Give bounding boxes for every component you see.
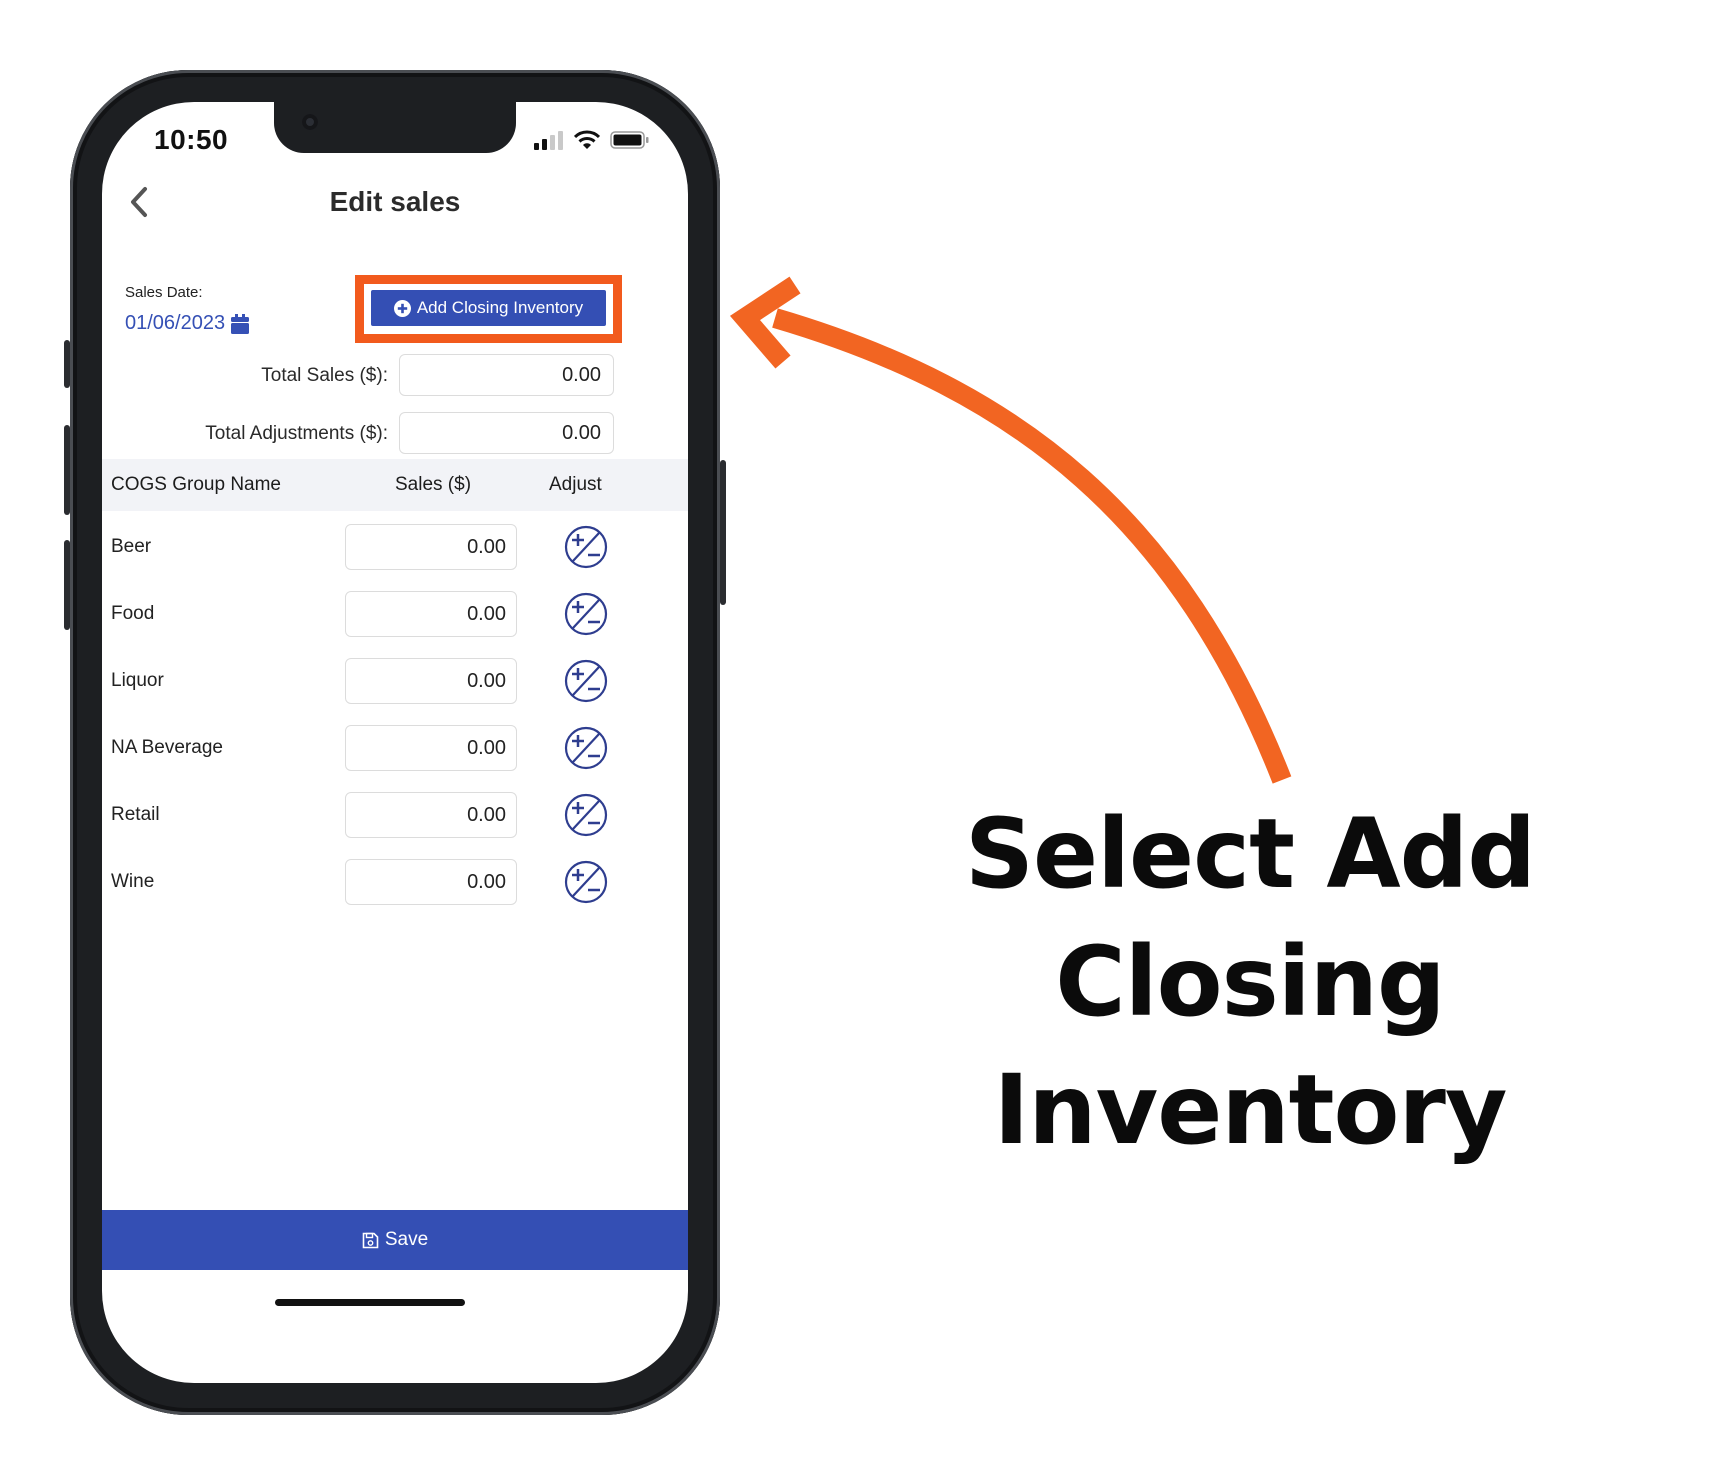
column-header-cogs-group: COGS Group Name	[111, 474, 281, 495]
sales-input-wine[interactable]: 0.00	[345, 859, 517, 905]
total-sales-label: Total Sales ($):	[261, 365, 388, 386]
instruction-line-2: Inventory	[993, 1054, 1508, 1166]
plus-minus-icon[interactable]	[564, 726, 608, 770]
phone-screen: 10:50 Edit sales Sales Date: 01/06/2023 …	[102, 102, 688, 1383]
phone-frame: 10:50 Edit sales Sales Date: 01/06/2023 …	[64, 70, 726, 1415]
plus-minus-icon[interactable]	[564, 592, 608, 636]
total-adjustments-label: Total Adjustments ($):	[205, 423, 388, 444]
row-name-food: Food	[111, 603, 155, 624]
sales-date-value: 01/06/2023	[125, 312, 226, 334]
sales-input-retail[interactable]: 0.00	[345, 792, 517, 838]
plus-minus-icon[interactable]	[564, 659, 608, 703]
save-button[interactable]: Save	[102, 1210, 688, 1270]
power-button	[720, 460, 726, 605]
sales-date-picker[interactable]: 01/06/2023	[125, 312, 250, 335]
page-title: Edit sales	[329, 186, 461, 217]
calendar-icon	[231, 313, 250, 334]
row-name-retail: Retail	[111, 804, 160, 825]
sales-input-beer[interactable]: 0.00	[345, 524, 517, 570]
volume-down-button	[64, 540, 70, 630]
camera-icon	[302, 114, 318, 130]
row-name-na-beverage: NA Beverage	[111, 737, 223, 758]
row-name-wine: Wine	[111, 871, 155, 892]
plus-circle-icon	[393, 299, 411, 317]
status-icons	[534, 130, 650, 150]
row-name-beer: Beer	[111, 536, 152, 557]
status-time: 10:50	[154, 124, 229, 155]
total-adjustments-input[interactable]: 0.00	[399, 412, 614, 454]
plus-minus-icon[interactable]	[564, 525, 608, 569]
plus-minus-icon[interactable]	[564, 793, 608, 837]
column-header-adjust: Adjust	[549, 474, 602, 495]
column-header-sales: Sales ($)	[395, 474, 472, 495]
instruction-line-1: Select Add Closing	[964, 798, 1536, 1038]
wifi-icon	[574, 130, 600, 149]
notch	[274, 102, 516, 153]
table-header: COGS Group Name Sales ($) Adjust	[102, 459, 688, 511]
instruction-caption: Select Add Closing Inventory	[800, 790, 1700, 1174]
plus-minus-icon[interactable]	[564, 860, 608, 904]
home-indicator	[275, 1299, 465, 1306]
mute-switch	[64, 340, 70, 388]
row-name-liquor: Liquor	[111, 670, 164, 691]
sales-input-na-beverage[interactable]: 0.00	[345, 725, 517, 771]
volume-up-button	[64, 425, 70, 515]
sales-date-label: Sales Date:	[125, 284, 203, 301]
add-closing-inventory-label: Add Closing Inventory	[416, 298, 584, 317]
add-closing-inventory-button[interactable]: Add Closing Inventory	[371, 290, 606, 326]
sales-input-food[interactable]: 0.00	[345, 591, 517, 637]
total-sales-input[interactable]: 0.00	[399, 354, 614, 396]
save-label: Save	[384, 1229, 429, 1250]
sales-input-liquor[interactable]: 0.00	[345, 658, 517, 704]
battery-icon	[610, 131, 649, 149]
signal-icon	[534, 131, 563, 150]
save-icon	[362, 1232, 379, 1248]
